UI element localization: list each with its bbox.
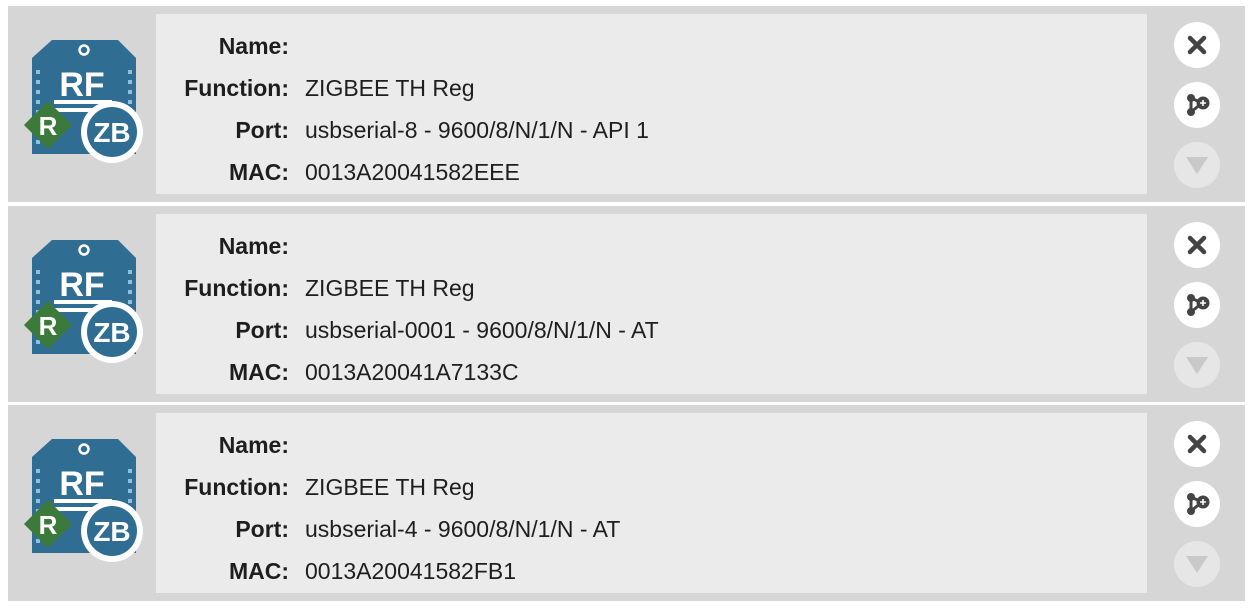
close-icon [1187,235,1207,255]
zigbee-badge: ZB [81,301,143,363]
mac-value: 0013A20041A7133C [305,359,519,385]
name-label: Name: [218,233,289,259]
svg-text:ZB: ZB [93,516,130,547]
rf-text: RF [59,66,104,104]
device-info-panel[interactable]: Name: Function: ZIGBEE TH Reg Port: usbs… [156,413,1147,593]
device-card-1[interactable]: RF R ZB Name: Function: ZIGBEE TH Reg Po… [8,6,1245,202]
network-config-icon [1187,94,1210,116]
expand-button[interactable] [1174,541,1220,587]
port-label: Port: [235,516,289,542]
function-label: Function: [184,275,289,301]
mac-value: 0013A20041582EEE [305,159,520,185]
svg-text:R: R [39,311,58,341]
close-button[interactable] [1174,222,1220,268]
zigbee-badge: ZB [81,500,143,562]
port-value: usbserial-0001 - 9600/8/N/1/N - AT [305,317,659,343]
device-list: RF R ZB Name: Function: ZIGBEE TH Reg Po… [0,0,1260,610]
expand-button[interactable] [1174,342,1220,388]
network-config-button[interactable] [1174,82,1220,128]
triangle-down-icon [1186,357,1208,374]
close-icon [1187,35,1207,55]
mac-value: 0013A20041582FB1 [305,558,517,584]
xbee-rf-module-icon: RF R ZB [18,435,148,565]
name-label: Name: [218,33,289,59]
port-label: Port: [235,117,289,143]
port-value: usbserial-8 - 9600/8/N/1/N - API 1 [305,117,649,143]
triangle-down-icon [1186,157,1208,174]
xbee-rf-module-icon: RF R ZB [18,236,148,366]
network-config-button[interactable] [1174,481,1220,527]
function-label: Function: [184,75,289,101]
device-card-3[interactable]: RF R ZB Name: Function: ZIGBEE TH Reg Po… [8,405,1245,601]
close-icon [1187,434,1207,454]
close-button[interactable] [1174,22,1220,68]
port-label: Port: [235,317,289,343]
network-config-button[interactable] [1174,282,1220,328]
triangle-down-icon [1186,556,1208,573]
svg-text:R: R [39,510,58,540]
mac-label: MAC: [228,359,289,385]
network-config-icon [1187,493,1210,515]
device-card-2[interactable]: RF R ZB Name: Function: ZIGBEE TH Reg Po… [8,206,1245,402]
zigbee-badge: ZB [81,101,143,163]
svg-text:ZB: ZB [93,317,130,348]
function-value: ZIGBEE TH Reg [305,75,475,101]
function-value: ZIGBEE TH Reg [305,275,475,301]
device-info-panel[interactable]: Name: Function: ZIGBEE TH Reg Port: usbs… [156,14,1147,194]
xbee-rf-module-icon: RF R ZB [18,36,148,166]
mac-label: MAC: [228,558,289,584]
rf-text: RF [59,465,104,503]
network-config-icon [1187,294,1210,316]
rf-text: RF [59,266,104,304]
expand-button[interactable] [1174,142,1220,188]
name-label: Name: [218,432,289,458]
svg-text:ZB: ZB [93,117,130,148]
mac-label: MAC: [228,159,289,185]
function-label: Function: [184,474,289,500]
function-value: ZIGBEE TH Reg [305,474,475,500]
device-info-panel[interactable]: Name: Function: ZIGBEE TH Reg Port: usbs… [156,214,1147,394]
close-button[interactable] [1174,421,1220,467]
port-value: usbserial-4 - 9600/8/N/1/N - AT [305,516,621,542]
svg-text:R: R [39,111,58,141]
